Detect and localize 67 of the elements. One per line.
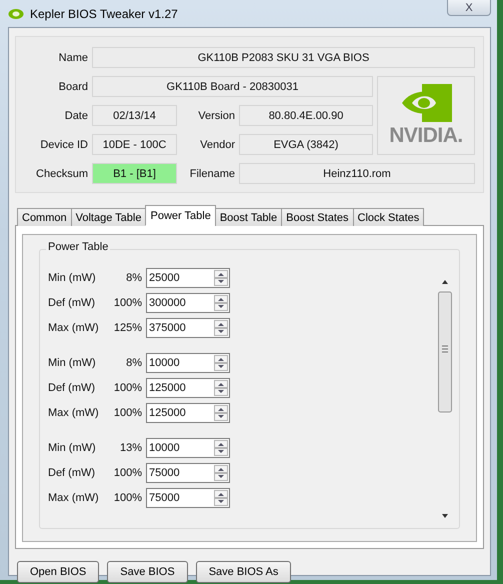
field-label: Board xyxy=(58,80,88,92)
eye-logo-icon xyxy=(400,84,452,122)
board-field: GK110B Board - 20830031 xyxy=(92,76,373,97)
filename-field: Heinz110.rom xyxy=(239,163,475,184)
logo-text: NVIDIA. xyxy=(389,124,463,148)
tab[interactable]: Common xyxy=(17,208,72,226)
percent-text: 13% xyxy=(118,442,143,454)
eye-logo-icon xyxy=(8,8,24,20)
percent-text: 100% xyxy=(112,297,143,309)
checksum-field: B1 - [B1] xyxy=(92,163,177,184)
percent-text: 125% xyxy=(112,322,143,334)
number-spinner[interactable]: 300000 xyxy=(146,293,230,313)
spin-arrows-icon[interactable] xyxy=(214,355,228,371)
spin-arrows-icon[interactable] xyxy=(214,490,228,506)
action-button[interactable]: Save BIOS As xyxy=(196,561,292,583)
action-button[interactable]: Open BIOS xyxy=(17,561,100,583)
field-label: Date xyxy=(64,110,88,122)
tab[interactable]: Boost States xyxy=(281,208,354,226)
spin-arrows-icon[interactable] xyxy=(214,440,228,456)
name-field: GK110B P2083 SKU 31 VGA BIOS xyxy=(92,47,475,68)
spin-arrows-icon[interactable] xyxy=(214,320,228,336)
row-label: Def (mW) xyxy=(48,467,96,479)
number-spinner[interactable]: 125000 xyxy=(146,403,230,423)
action-button[interactable]: Save BIOS xyxy=(107,561,188,583)
spin-arrows-icon[interactable] xyxy=(214,270,228,286)
date-field: 02/13/14 xyxy=(92,105,177,126)
row-label: Max (mW) xyxy=(48,492,100,504)
close-button[interactable]: X xyxy=(447,0,491,16)
row-label: Max (mW) xyxy=(48,407,100,419)
percent-text: 100% xyxy=(112,492,143,504)
number-spinner[interactable]: 125000 xyxy=(146,378,230,398)
field-label: Device ID xyxy=(39,138,88,150)
row-label: Def (mW) xyxy=(48,297,96,309)
tab[interactable]: Voltage Table xyxy=(70,208,146,226)
spin-arrows-icon[interactable] xyxy=(214,405,228,421)
row-label: Def (mW) xyxy=(48,382,96,394)
device-id-field: 10DE - 100C xyxy=(92,134,177,155)
number-spinner[interactable]: 25000 xyxy=(146,268,230,288)
field-label: Filename xyxy=(188,168,235,180)
row-label: Min (mW) xyxy=(48,357,97,369)
field-label: Version xyxy=(197,110,235,122)
percent-text: 8% xyxy=(125,357,143,369)
number-spinner[interactable]: 75000 xyxy=(146,463,230,483)
field-label: Checksum xyxy=(35,168,88,180)
group-title: Power Table xyxy=(46,241,110,253)
row-label: Min (mW) xyxy=(48,272,97,284)
vendor-field: EVGA (3842) xyxy=(239,134,373,155)
window-title: Kepler BIOS Tweaker v1.27 xyxy=(30,6,178,20)
field-label: Vendor xyxy=(199,138,235,150)
spin-arrows-icon[interactable] xyxy=(214,465,228,481)
number-spinner[interactable]: 10000 xyxy=(146,438,230,458)
percent-text: 100% xyxy=(112,382,143,394)
row-label: Min (mW) xyxy=(48,442,97,454)
tab[interactable]: Clock States xyxy=(352,208,424,226)
percent-text: 100% xyxy=(112,407,143,419)
spin-arrows-icon[interactable] xyxy=(214,295,228,311)
tab[interactable]: Power Table xyxy=(145,205,216,226)
version-field: 80.80.4E.00.90 xyxy=(239,105,373,126)
number-spinner[interactable]: 75000 xyxy=(146,488,230,508)
spin-arrows-icon[interactable] xyxy=(214,380,228,396)
number-spinner[interactable]: 375000 xyxy=(146,318,230,338)
number-spinner[interactable]: 10000 xyxy=(146,353,230,373)
field-label: Name xyxy=(58,52,88,64)
percent-text: 8% xyxy=(125,272,143,284)
percent-text: 100% xyxy=(112,467,143,479)
row-label: Max (mW) xyxy=(48,322,100,334)
tab[interactable]: Boost Table xyxy=(214,208,282,226)
